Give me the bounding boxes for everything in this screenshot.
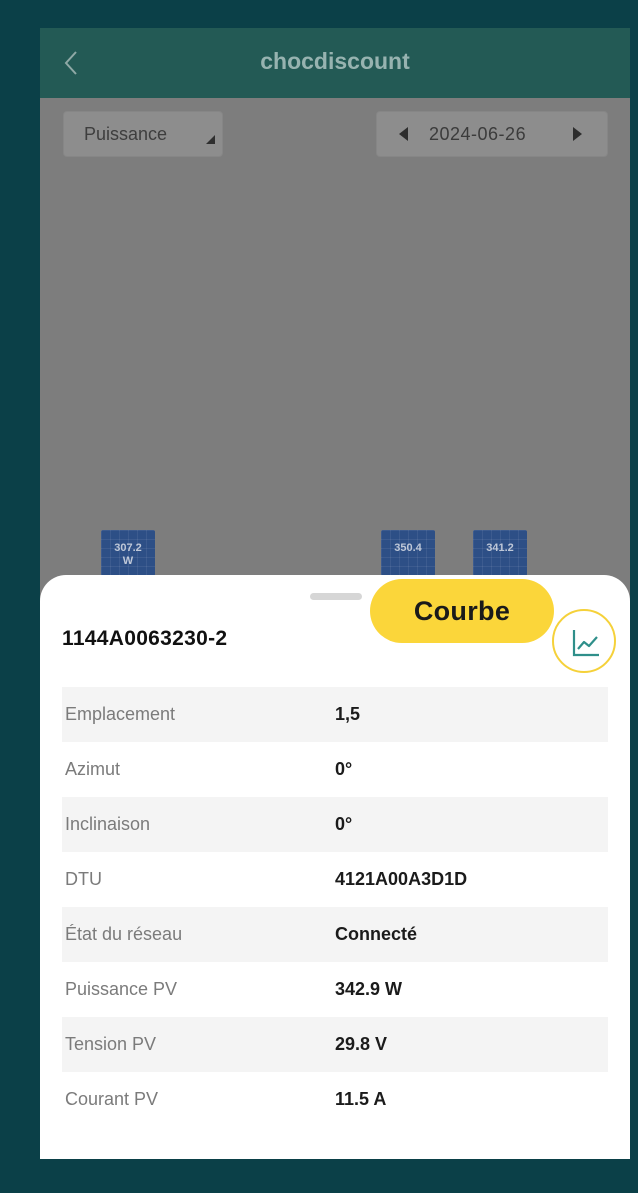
detail-label: Tension PV xyxy=(65,1034,157,1054)
detail-value: 0° xyxy=(335,814,353,834)
detail-label: DTU xyxy=(65,869,102,889)
previous-day-button[interactable] xyxy=(399,127,408,141)
curve-button[interactable] xyxy=(552,609,616,673)
panel-power-unit: W xyxy=(122,555,134,567)
top-app-bar: chocdiscount xyxy=(40,28,630,98)
solar-panel-tile[interactable]: 350.4 xyxy=(381,530,435,576)
date-label: 2024-06-26 xyxy=(429,124,527,144)
courbe-callout: Courbe xyxy=(370,579,554,643)
detail-label: Courant PV xyxy=(65,1089,159,1109)
detail-value: 1,5 xyxy=(335,704,361,724)
panel-power-value: 307.2 xyxy=(114,542,142,554)
details-list: Emplacement 1,5 Azimut 0° Inclinaison 0°… xyxy=(62,687,608,1127)
panel-power-value: 341.2 xyxy=(486,542,514,554)
detail-label: Puissance PV xyxy=(65,979,178,999)
detail-row: Puissance PV 342.9 W xyxy=(62,962,608,1017)
detail-label: Inclinaison xyxy=(65,814,151,834)
detail-value: 342.9 W xyxy=(335,979,403,999)
detail-row: Emplacement 1,5 xyxy=(62,687,608,742)
metric-select-label: Puissance xyxy=(84,124,168,144)
detail-row: État du réseau Connecté xyxy=(62,907,608,962)
detail-value: 29.8 V xyxy=(335,1034,388,1054)
page-title: chocdiscount xyxy=(260,48,410,74)
solar-panel-tile[interactable]: 341.2 xyxy=(473,530,527,576)
solar-panel-tile[interactable]: 307.2 W xyxy=(101,530,155,576)
device-serial: 1144A0063230-2 xyxy=(62,627,228,650)
sheet-drag-handle[interactable] xyxy=(310,593,362,600)
detail-label: Emplacement xyxy=(65,704,176,724)
detail-row: Inclinaison 0° xyxy=(62,797,608,852)
panel-power-value: 350.4 xyxy=(394,542,422,554)
detail-value: 0° xyxy=(335,759,353,779)
app-screen: chocdiscount Puissance 2024-06-26 307.2 … xyxy=(40,28,630,1159)
detail-row: Azimut 0° xyxy=(62,742,608,797)
next-day-button[interactable] xyxy=(573,127,582,141)
metric-select[interactable]: Puissance xyxy=(63,111,223,157)
detail-row: Courant PV 11.5 A xyxy=(62,1072,608,1127)
date-navigator: 2024-06-26 xyxy=(376,111,608,157)
detail-value: Connecté xyxy=(335,924,418,944)
detail-value: 11.5 A xyxy=(335,1089,387,1109)
detail-row: Tension PV 29.8 V xyxy=(62,1017,608,1072)
detail-row: DTU 4121A00A3D1D xyxy=(62,852,608,907)
microinverter-details-sheet: Courbe 1144A0063230-2 Emplacement 1,5 Az… xyxy=(40,575,630,1159)
detail-label: Azimut xyxy=(65,759,121,779)
detail-value: 4121A00A3D1D xyxy=(335,869,468,889)
detail-label: État du réseau xyxy=(65,924,183,944)
dropdown-caret-icon xyxy=(206,135,215,144)
